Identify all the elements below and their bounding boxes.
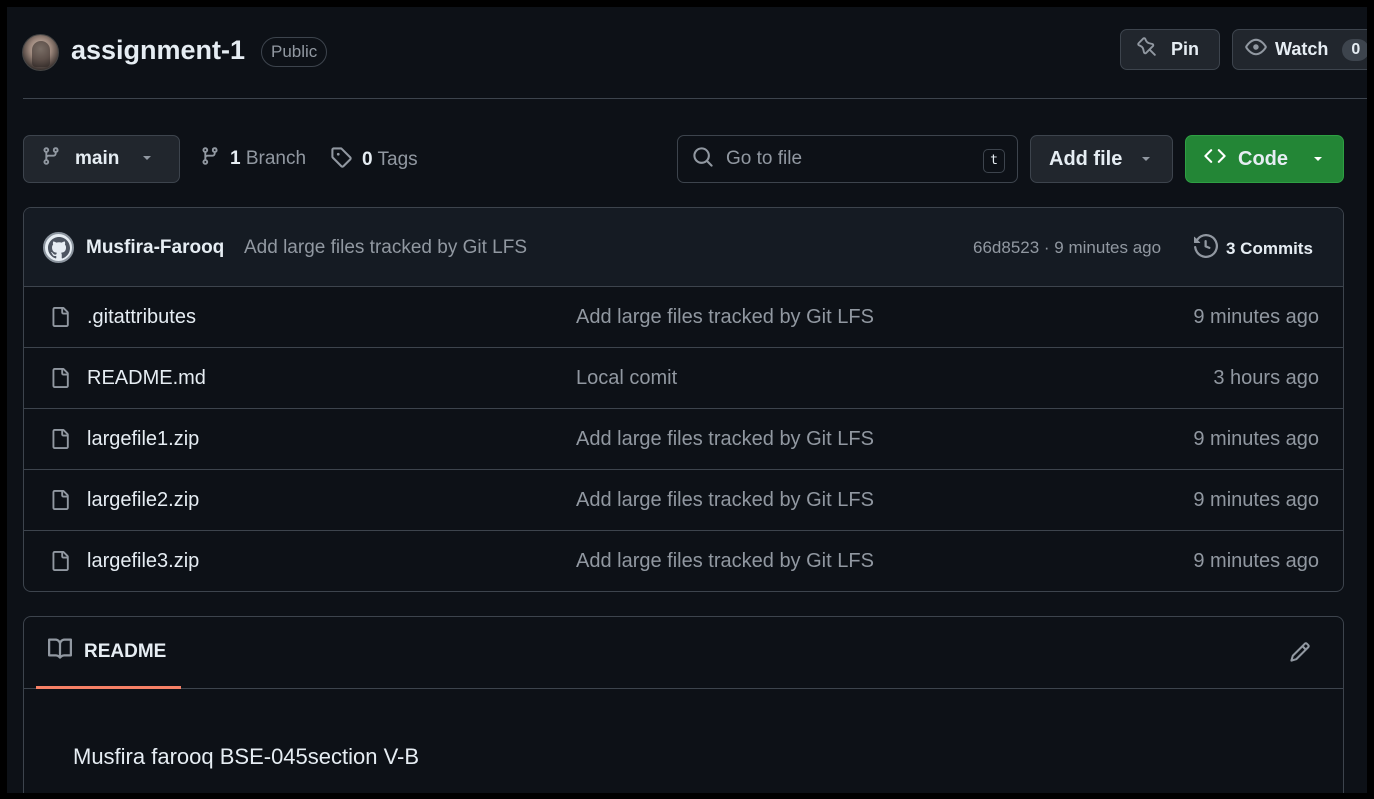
add-file-label: Add file — [1049, 147, 1123, 170]
file-icon — [50, 427, 70, 456]
file-name[interactable]: largefile3.zip — [87, 550, 199, 573]
file-row[interactable]: largefile2.zip Add large files tracked b… — [24, 470, 1343, 531]
code-button[interactable]: Code — [1185, 135, 1344, 183]
search-input[interactable] — [726, 148, 976, 170]
tag-count: 0 — [362, 149, 373, 170]
file-icon — [50, 366, 70, 395]
file-row[interactable]: .gitattributes Add large files tracked b… — [24, 287, 1343, 348]
file-commit-time: 9 minutes ago — [1193, 489, 1319, 511]
repo-title[interactable]: assignment-1 — [71, 35, 245, 66]
search-shortcut-key: t — [983, 149, 1005, 173]
file-commit-time: 3 hours ago — [1213, 367, 1319, 389]
file-row[interactable]: largefile1.zip Add large files tracked b… — [24, 409, 1343, 470]
add-file-button[interactable]: Add file — [1030, 135, 1173, 183]
pin-button[interactable]: Pin — [1120, 29, 1220, 70]
file-commit-message[interactable]: Add large files tracked by Git LFS — [576, 306, 874, 329]
owner-avatar[interactable] — [22, 34, 59, 71]
commit-author-avatar[interactable] — [43, 232, 74, 263]
watch-count: 0 — [1342, 38, 1367, 61]
commit-sha-time[interactable]: 66d8523 · 9 minutes ago — [973, 238, 1161, 258]
repo-page: assignment-1 Public Pin Watch 0 main 1 B… — [7, 7, 1367, 793]
watch-label: Watch — [1275, 39, 1329, 59]
file-list: Musfira-Farooq Add large files tracked b… — [23, 207, 1344, 592]
book-icon — [48, 637, 73, 667]
branch-label: Branch — [245, 148, 307, 169]
tags-link[interactable]: 0 Tags — [330, 146, 418, 174]
history-icon — [1194, 233, 1219, 263]
github-mark-icon — [47, 236, 70, 258]
file-commit-message[interactable]: Local comit — [576, 367, 677, 390]
tag-label: Tags — [377, 149, 418, 170]
file-name[interactable]: largefile1.zip — [87, 428, 199, 451]
eye-icon — [1245, 36, 1267, 63]
file-name[interactable]: .gitattributes — [87, 306, 196, 329]
file-commit-message[interactable]: Add large files tracked by Git LFS — [576, 550, 874, 573]
header-divider — [23, 98, 1367, 99]
commits-history-link[interactable]: 3 Commits — [1194, 233, 1313, 263]
commit-author[interactable]: Musfira-Farooq — [86, 237, 224, 259]
code-icon — [1204, 145, 1226, 173]
file-commit-time: 9 minutes ago — [1193, 550, 1319, 572]
tag-icon — [330, 146, 352, 174]
file-commit-message[interactable]: Add large files tracked by Git LFS — [576, 428, 874, 451]
readme-tab-label: README — [84, 640, 167, 662]
readme-content: Musfira farooq BSE-045section V-B — [73, 744, 420, 769]
file-icon — [50, 549, 70, 578]
file-commit-time: 9 minutes ago — [1193, 428, 1319, 450]
file-icon — [50, 488, 70, 517]
branches-link[interactable]: 1 Branch — [200, 146, 306, 172]
chevron-down-icon — [141, 148, 153, 170]
latest-commit-bar: Musfira-Farooq Add large files tracked b… — [24, 208, 1343, 287]
code-label: Code — [1238, 147, 1288, 170]
file-row[interactable]: largefile3.zip Add large files tracked b… — [24, 531, 1343, 591]
readme-header: README — [24, 617, 1343, 689]
tab-readme[interactable]: README — [36, 617, 181, 689]
readme-panel: README Musfira farooq BSE-045section V-B — [23, 616, 1344, 793]
search-icon — [692, 146, 714, 173]
branch-selector[interactable]: main — [23, 135, 180, 183]
file-commit-message[interactable]: Add large files tracked by Git LFS — [576, 489, 874, 512]
watch-button[interactable]: Watch 0 — [1232, 29, 1367, 70]
chevron-down-icon — [1140, 148, 1152, 171]
pin-label: Pin — [1171, 39, 1200, 59]
go-to-file-search[interactable]: t — [677, 135, 1018, 183]
file-row[interactable]: README.md Local comit 3 hours ago — [24, 348, 1343, 409]
pin-icon — [1137, 37, 1157, 62]
branch-count: 1 — [230, 148, 241, 169]
chevron-down-icon — [1312, 148, 1324, 171]
visibility-badge: Public — [261, 37, 328, 67]
commits-count-label: 3 Commits — [1226, 238, 1313, 258]
git-branch-icon — [41, 146, 61, 172]
file-name[interactable]: README.md — [87, 367, 206, 390]
file-name[interactable]: largefile2.zip — [87, 489, 199, 512]
file-commit-time: 9 minutes ago — [1193, 306, 1319, 328]
branch-name: main — [75, 148, 120, 169]
commit-message[interactable]: Add large files tracked by Git LFS — [244, 237, 527, 259]
git-branch-icon — [200, 146, 220, 172]
file-icon — [50, 305, 70, 334]
pencil-icon[interactable] — [1289, 641, 1311, 668]
